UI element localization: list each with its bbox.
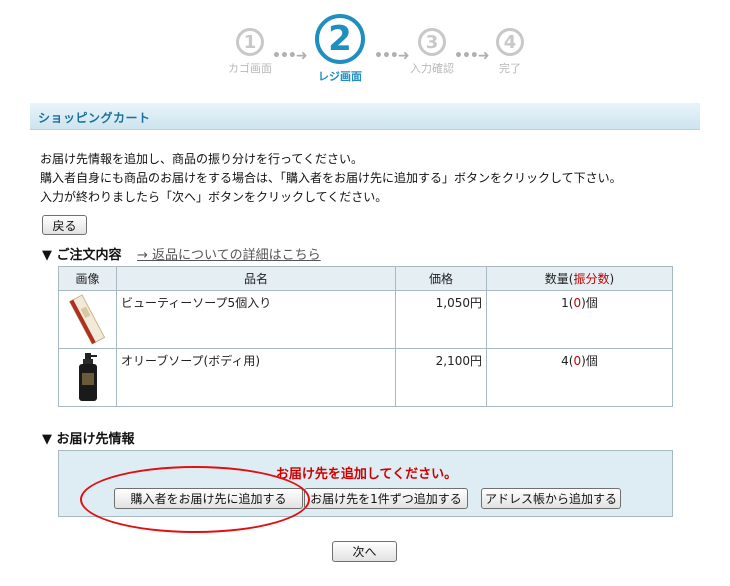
header-name: 品名 <box>116 266 396 291</box>
order-heading: ▼ ご注文内容 <box>42 248 122 263</box>
header-image: 画像 <box>58 266 117 291</box>
quantity-unit: 個 <box>585 296 598 310</box>
step-number-1: 1 <box>236 28 264 56</box>
shipping-heading: ▼ お届け先情報 <box>42 432 135 447</box>
allocation-value: 0 <box>573 296 582 310</box>
section-title: ショッピングカート <box>38 111 151 125</box>
header-quantity: 数量(振分数) <box>486 266 673 291</box>
header-price: 価格 <box>395 266 487 291</box>
checkout-steps: 1 カゴ画面 •••➜ 2 レジ画面 •••➜ 3 入力確認 •••➜ 4 完了 <box>0 14 730 94</box>
product-image-cell <box>58 348 117 407</box>
section-bar: ショッピングカート <box>30 103 700 130</box>
product-price: 1,050円 <box>395 290 487 349</box>
step-complete: 4 完了 <box>480 14 540 76</box>
back-button[interactable]: 戻る <box>42 215 87 235</box>
quantity-unit: 個 <box>585 354 598 368</box>
returns-link[interactable]: → 返品についての詳細はこちら <box>137 244 321 263</box>
step-label-confirm: 入力確認 <box>410 62 454 75</box>
add-from-address-book-button[interactable]: アドレス帳から追加する <box>481 488 621 509</box>
soap-box-image <box>68 294 105 345</box>
instruction-line: お届け先情報を追加し、商品の振り分けを行ってください。 <box>40 152 364 166</box>
allocation-value: 0 <box>573 354 582 368</box>
step-number-2: 2 <box>315 14 365 64</box>
step-cart: 1 カゴ画面 <box>220 14 280 76</box>
header-quantity-prefix: 数量( <box>544 272 574 286</box>
product-quantity: 1(0)個 <box>486 290 673 349</box>
step-number-4: 4 <box>496 28 524 56</box>
annotation-oval <box>80 466 310 533</box>
instructions: お届け先情報を追加し、商品の振り分けを行ってください。 購入者自身にも商品のお届… <box>40 150 700 207</box>
order-table: 画像 品名 価格 数量(振分数) ビューティーソープ5個入り 1,050円 1(… <box>58 266 673 407</box>
header-allocation: 振分数 <box>573 272 610 286</box>
step-confirm: 3 入力確認 <box>402 14 462 76</box>
step-label-cart: カゴ画面 <box>228 62 272 75</box>
next-button[interactable]: 次へ <box>332 541 397 562</box>
soap-bottle-image <box>78 353 97 401</box>
product-price: 2,100円 <box>395 348 487 407</box>
quantity-value: 1 <box>561 296 569 310</box>
product-quantity: 4(0)個 <box>486 348 673 407</box>
product-name: オリーブソープ(ボディ用) <box>116 348 396 407</box>
step-number-3: 3 <box>418 28 446 56</box>
quantity-value: 4 <box>561 354 569 368</box>
step-label-register: レジ画面 <box>318 70 362 83</box>
step-label-complete: 完了 <box>499 62 521 75</box>
table-row: オリーブソープ(ボディ用) 2,100円 4(0)個 <box>58 348 673 407</box>
add-recipient-one-by-one-button[interactable]: お届け先を1件ずつ追加する <box>304 488 468 509</box>
instruction-line: 入力が終わりましたら「次へ」ボタンをクリックしてください。 <box>40 190 388 204</box>
step-arrow-icon: •••➜ <box>272 48 308 64</box>
instruction-line: 購入者自身にも商品のお届けをする場合は、「購入者をお届け先に追加する」ボタンをク… <box>40 171 622 185</box>
step-register: 2 レジ画面 <box>305 14 375 84</box>
table-header-row: 画像 品名 価格 数量(振分数) <box>58 266 673 291</box>
header-quantity-suffix: ) <box>609 272 615 286</box>
product-image-cell <box>58 290 117 349</box>
table-row: ビューティーソープ5個入り 1,050円 1(0)個 <box>58 290 673 349</box>
product-name: ビューティーソープ5個入り <box>116 290 396 349</box>
